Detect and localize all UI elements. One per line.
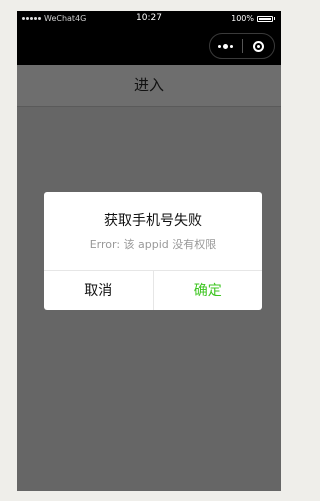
battery-info: 100% (231, 14, 275, 23)
dialog-message: Error: 该 appid 没有权限 (89, 238, 217, 251)
battery-icon (257, 15, 273, 22)
close-icon[interactable] (242, 40, 274, 52)
nav-bar (17, 27, 281, 65)
confirm-button[interactable]: 确定 (154, 271, 263, 310)
capsule-menu (209, 33, 275, 59)
error-dialog: 获取手机号失败 Error: 该 appid 没有权限 取消 确定 (44, 192, 262, 310)
battery-percent: 100% (231, 14, 254, 23)
dialog-buttons: 取消 确定 (44, 270, 262, 310)
cancel-button[interactable]: 取消 (44, 271, 154, 310)
more-icon[interactable] (210, 43, 242, 49)
status-bar: WeChat4G 10:27 100% (17, 11, 281, 27)
battery-tip (274, 17, 275, 20)
dialog-title: 获取手机号失败 (104, 213, 202, 229)
phone-screen: WeChat4G 10:27 100% 进入 获取手机号失败 Error: 该 … (17, 11, 281, 491)
page-title: 进入 (17, 65, 281, 107)
